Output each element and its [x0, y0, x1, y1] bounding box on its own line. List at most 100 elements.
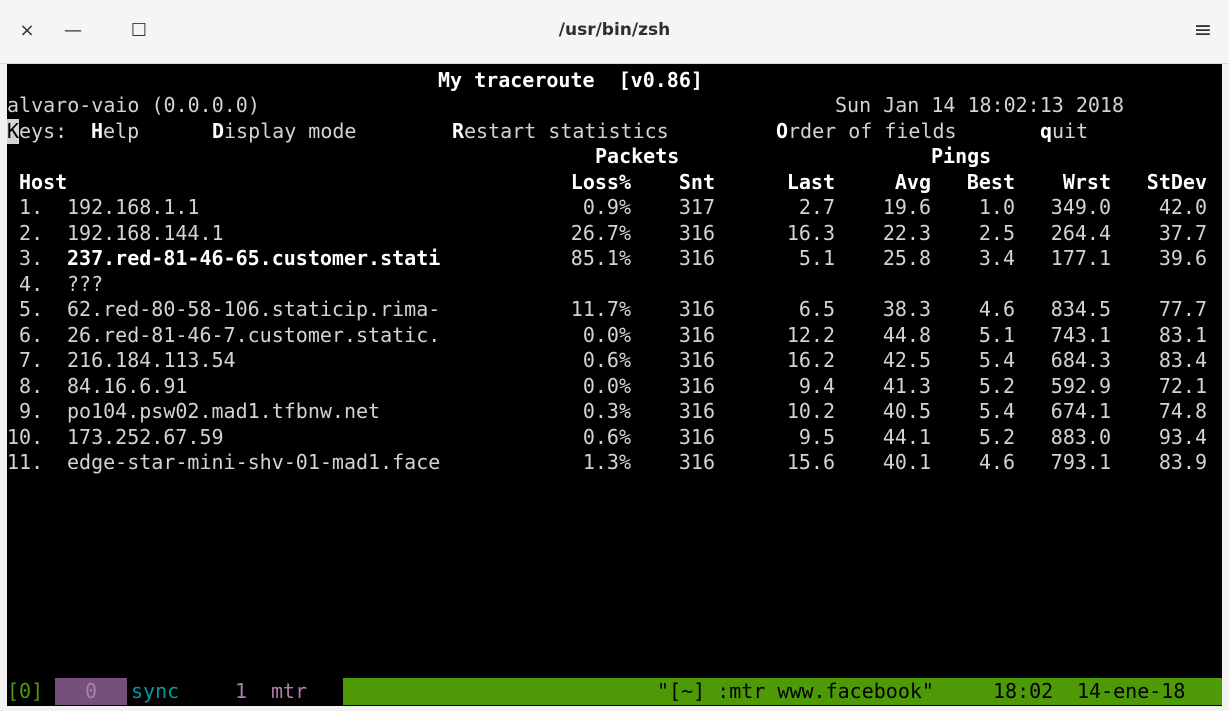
hop-last: 16.3	[786, 221, 835, 245]
hop-best: 5.2	[978, 425, 1015, 449]
hop-best: 2.5	[978, 221, 1015, 245]
hop-loss: 0.3%	[582, 399, 631, 423]
hop-row: 10. 173.252.67.59 0.6% 316 9.5 44.1 5.2 …	[7, 425, 1222, 450]
hop-last: 2.7	[798, 195, 835, 219]
hop-host: 216.184.113.54	[67, 348, 236, 372]
hop-wrst: 674.1	[1050, 399, 1111, 423]
hop-number: 2.	[7, 221, 44, 245]
hop-host: 192.168.144.1	[67, 221, 224, 245]
hop-avg: 25.8	[882, 246, 931, 270]
hop-loss: 26.7%	[570, 221, 631, 245]
hop-last: 6.5	[798, 297, 835, 321]
hop-avg: 40.5	[882, 399, 931, 423]
col-snt: Snt	[678, 170, 715, 194]
hop-avg: 44.1	[882, 425, 931, 449]
hop-last: 9.4	[798, 374, 835, 398]
group-header-line: Packets Pings	[7, 144, 1222, 169]
hop-host: 84.16.6.91	[67, 374, 188, 398]
hop-host: 173.252.67.59	[67, 425, 224, 449]
key-order-label: rder of fields	[788, 119, 957, 143]
tmux-window-0-name[interactable]: sync	[127, 678, 211, 705]
hop-row: 2. 192.168.144.1 26.7% 316 16.3 22.3 2.5…	[7, 221, 1222, 246]
tmux-window-1-index[interactable]: 1	[235, 678, 247, 705]
col-last: Last	[786, 170, 835, 194]
hop-stdev: 83.4	[1158, 348, 1207, 372]
hop-wrst: 684.3	[1050, 348, 1111, 372]
title-bar: × — ☐ /usr/bin/zsh ≡	[0, 0, 1229, 64]
hop-avg: 42.5	[882, 348, 931, 372]
hop-row: 11. edge-star-mini-shv-01-mad1.face 1.3%…	[7, 450, 1222, 475]
hop-wrst: 349.0	[1050, 195, 1111, 219]
hop-wrst: 264.4	[1050, 221, 1111, 245]
hop-snt: 317	[678, 195, 715, 219]
key-quit-hotkey[interactable]: q	[1040, 119, 1052, 144]
hop-number: 3.	[7, 246, 44, 270]
hop-stdev: 83.1	[1158, 323, 1207, 347]
hop-last: 5.1	[798, 246, 835, 270]
hop-last: 16.2	[786, 348, 835, 372]
column-header-row: Host Loss% Snt Last Avg Best Wrst StDev	[7, 170, 1222, 195]
col-avg: Avg	[894, 170, 931, 194]
hop-loss: 0.6%	[582, 348, 631, 372]
hop-stdev: 72.1	[1158, 374, 1207, 398]
hop-avg: 41.3	[882, 374, 931, 398]
hop-row: 8. 84.16.6.91 0.0% 316 9.4 41.3 5.2 592.…	[7, 374, 1222, 399]
hop-snt: 316	[678, 450, 715, 474]
hop-best: 4.6	[978, 297, 1015, 321]
hop-wrst: 793.1	[1050, 450, 1111, 474]
hop-avg: 40.1	[882, 450, 931, 474]
hop-best: 5.2	[978, 374, 1015, 398]
key-order-hotkey[interactable]: O	[776, 119, 788, 144]
cursor: K	[7, 119, 20, 144]
hop-loss: 11.7%	[570, 297, 631, 321]
key-help-hotkey[interactable]: H	[91, 119, 103, 144]
hop-loss: 85.1%	[570, 246, 631, 270]
hop-stdev: 37.7	[1158, 221, 1207, 245]
hop-number: 5.	[7, 297, 44, 321]
hop-wrst: 743.1	[1050, 323, 1111, 347]
hop-stdev: 93.4	[1158, 425, 1207, 449]
hop-best: 4.6	[978, 450, 1015, 474]
tmux-time: 18:02	[993, 679, 1054, 703]
keys-line: K eys: H elp D isplay mode R estart stat…	[7, 119, 1222, 144]
hop-best: 5.1	[978, 323, 1015, 347]
hop-number: 8.	[7, 374, 44, 398]
hop-last: 12.2	[786, 323, 835, 347]
hop-snt: 316	[678, 221, 715, 245]
col-stdev: StDev	[1146, 170, 1207, 194]
tmux-window-0-index[interactable]: 0	[55, 678, 127, 705]
mtr-info-line: alvaro-vaio (0.0.0.0) Sun Jan 14 18:02:1…	[7, 93, 1222, 118]
tmux-session: [0]	[7, 679, 44, 703]
local-host-info: alvaro-vaio (0.0.0.0)	[7, 93, 260, 117]
hop-number: 6.	[7, 323, 44, 347]
window-title: /usr/bin/zsh	[558, 20, 671, 40]
hop-last: 10.2	[786, 399, 835, 423]
hop-snt: 316	[678, 425, 715, 449]
hop-row: 1. 192.168.1.1 0.9% 317 2.7 19.6 1.0 349…	[7, 195, 1222, 220]
packets-group-header: Packets	[595, 144, 680, 168]
terminal-area[interactable]: My traceroute [v0.86] alvaro-vaio (0.0.0…	[7, 64, 1222, 706]
hop-snt: 316	[678, 399, 715, 423]
hop-snt: 316	[678, 374, 715, 398]
tmux-window-1-name[interactable]: mtr	[271, 678, 307, 705]
hop-avg: 44.8	[882, 323, 931, 347]
hop-row: 7. 216.184.113.54 0.6% 316 16.2 42.5 5.4…	[7, 348, 1222, 373]
hop-loss: 0.0%	[582, 323, 631, 347]
key-restart-label: estart statistics	[464, 119, 669, 143]
hop-number: 10.	[7, 425, 44, 449]
hop-best: 5.4	[978, 348, 1015, 372]
hop-avg: 19.6	[882, 195, 931, 219]
hop-wrst: 834.5	[1050, 297, 1111, 321]
key-display-hotkey[interactable]: D	[212, 119, 224, 144]
key-display-label: isplay mode	[224, 119, 357, 143]
hop-snt: 316	[678, 323, 715, 347]
col-best: Best	[966, 170, 1015, 194]
hop-best: 1.0	[978, 195, 1015, 219]
hop-last: 15.6	[786, 450, 835, 474]
hop-stdev: 77.7	[1158, 297, 1207, 321]
hop-number: 4.	[7, 272, 44, 296]
menu-icon[interactable]: ≡	[1190, 18, 1216, 44]
key-restart-hotkey[interactable]: R	[452, 119, 464, 144]
hop-wrst: 592.9	[1050, 374, 1111, 398]
hop-loss: 0.0%	[582, 374, 631, 398]
